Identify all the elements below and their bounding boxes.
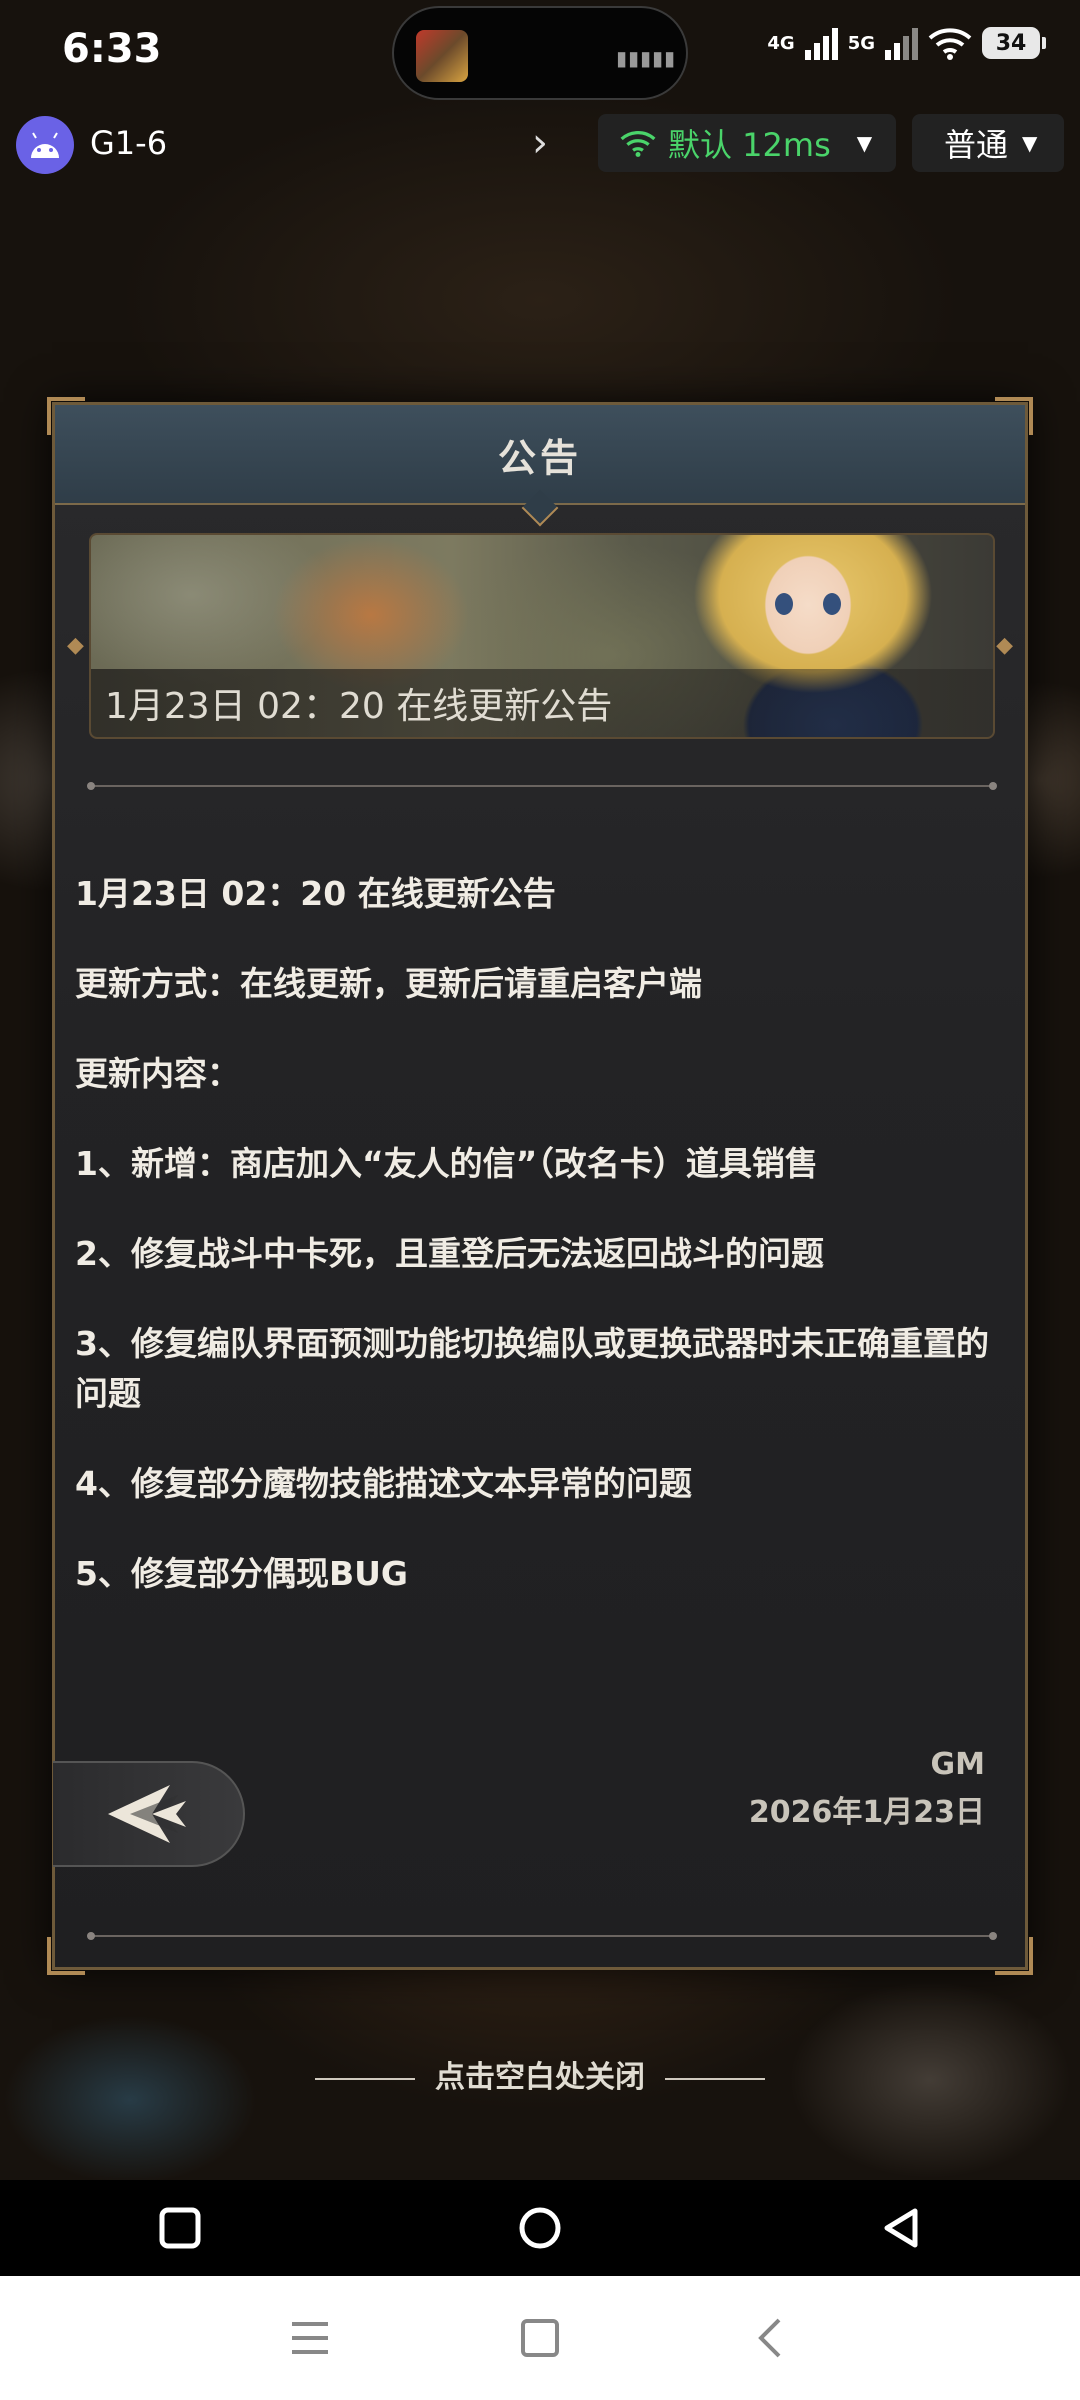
square-icon[interactable] [510, 2308, 570, 2368]
dialog-title: 公告 [497, 435, 582, 480]
dismiss-hint[interactable]: 点击空白处关闭 [0, 2052, 1080, 2096]
wifi-icon [620, 131, 656, 157]
character-eye [823, 593, 841, 615]
divider [87, 782, 997, 790]
banner-left-ornament: ◆ [67, 633, 84, 658]
announcement-banner[interactable]: 1月23日 02：20 在线更新公告 [89, 533, 995, 739]
frame-corner [995, 1937, 1033, 1975]
square-icon[interactable] [150, 2198, 210, 2258]
banner-caption-text: 1月23日 02：20 在线更新公告 [105, 686, 613, 727]
caret-down-icon: ▼ [1022, 131, 1038, 155]
update-item: 1、新增：商店加入“友人的信”（改名卡）道具销售 [75, 1144, 818, 1183]
clock: 6:33 [62, 26, 162, 72]
announcement-dialog: 公告 ◆ ◆ 1月23日 02：20 在线更新公告 1月23日 02：20 在线… [47, 397, 1033, 1975]
app-bar: G1-6 › 默认 12ms ▼ 普通 ▼ [0, 110, 1080, 180]
android-icon[interactable] [16, 116, 74, 174]
announcement-heading: 1月23日 02：20 在线更新公告 [75, 874, 556, 913]
mode-selector-label: 普通 [944, 126, 1009, 164]
dismiss-hint-text: 点击空白处关闭 [435, 2060, 645, 2095]
network-selector-label: 默认 12ms [668, 126, 831, 164]
caret-down-icon: ▼ [856, 131, 873, 155]
update-item: 4、修复部分魔物技能描述文本异常的问题 [75, 1464, 692, 1503]
update-content-label: 更新内容： [75, 1054, 240, 1093]
bottom-nav-bar [0, 2276, 1080, 2400]
back-arrow-icon [108, 1785, 186, 1843]
network-label-4g: 4G [767, 32, 795, 54]
signature-date: 2026年1月23日 [748, 1795, 985, 1830]
network-selector[interactable]: 默认 12ms ▼ [598, 114, 896, 172]
signature: GM 2026年1月23日 [749, 1741, 985, 1837]
status-bar: 6:33 ▮▮▮▮▮ 4G 5G 34 [0, 0, 1080, 100]
signal-icon [804, 26, 838, 60]
update-item: 3、修复编队界面预测功能切换编队或更换武器时未正确重置的问题 [75, 1324, 989, 1413]
back-button[interactable] [53, 1761, 245, 1867]
hint-line-left [315, 2077, 415, 2080]
character-eye [775, 593, 793, 615]
announcement-body: 1月23日 02：20 在线更新公告 更新方式：在线更新，更新后请重启客户端 更… [75, 869, 1015, 1639]
banner-right-ornament: ◆ [996, 633, 1013, 658]
signature-author: GM [930, 1747, 985, 1782]
network-label-5g: 5G [847, 32, 875, 54]
banner-caption: 1月23日 02：20 在线更新公告 [91, 669, 993, 737]
game-thumbnail [416, 30, 468, 82]
triangle-back-icon[interactable] [872, 2198, 932, 2258]
wifi-icon [928, 28, 972, 60]
device-name[interactable]: G1-6 [90, 124, 167, 162]
battery-icon: 34 [982, 27, 1046, 59]
circle-icon[interactable] [510, 2198, 570, 2258]
dynamic-island[interactable]: ▮▮▮▮▮ [392, 6, 688, 100]
update-item: 5、修复部分偶现BUG [75, 1554, 408, 1593]
system-nav-bar [0, 2180, 1080, 2276]
menu-icon[interactable] [280, 2308, 340, 2368]
signal-icon [885, 26, 918, 60]
chevron-right-icon[interactable]: › [532, 120, 548, 166]
hint-line-right [665, 2077, 765, 2080]
divider [87, 1932, 997, 1940]
update-item: 2、修复战斗中卡死，且重登后无法返回战斗的问题 [75, 1234, 824, 1273]
system-icons: 4G 5G 34 [767, 26, 1046, 60]
mode-selector[interactable]: 普通 ▼ [912, 114, 1064, 172]
update-method: 更新方式：在线更新，更新后请重启客户端 [75, 964, 702, 1003]
frame-corner [47, 1937, 85, 1975]
chevron-left-icon[interactable] [740, 2308, 800, 2368]
dots-icon: ▮▮▮▮▮ [616, 46, 677, 70]
